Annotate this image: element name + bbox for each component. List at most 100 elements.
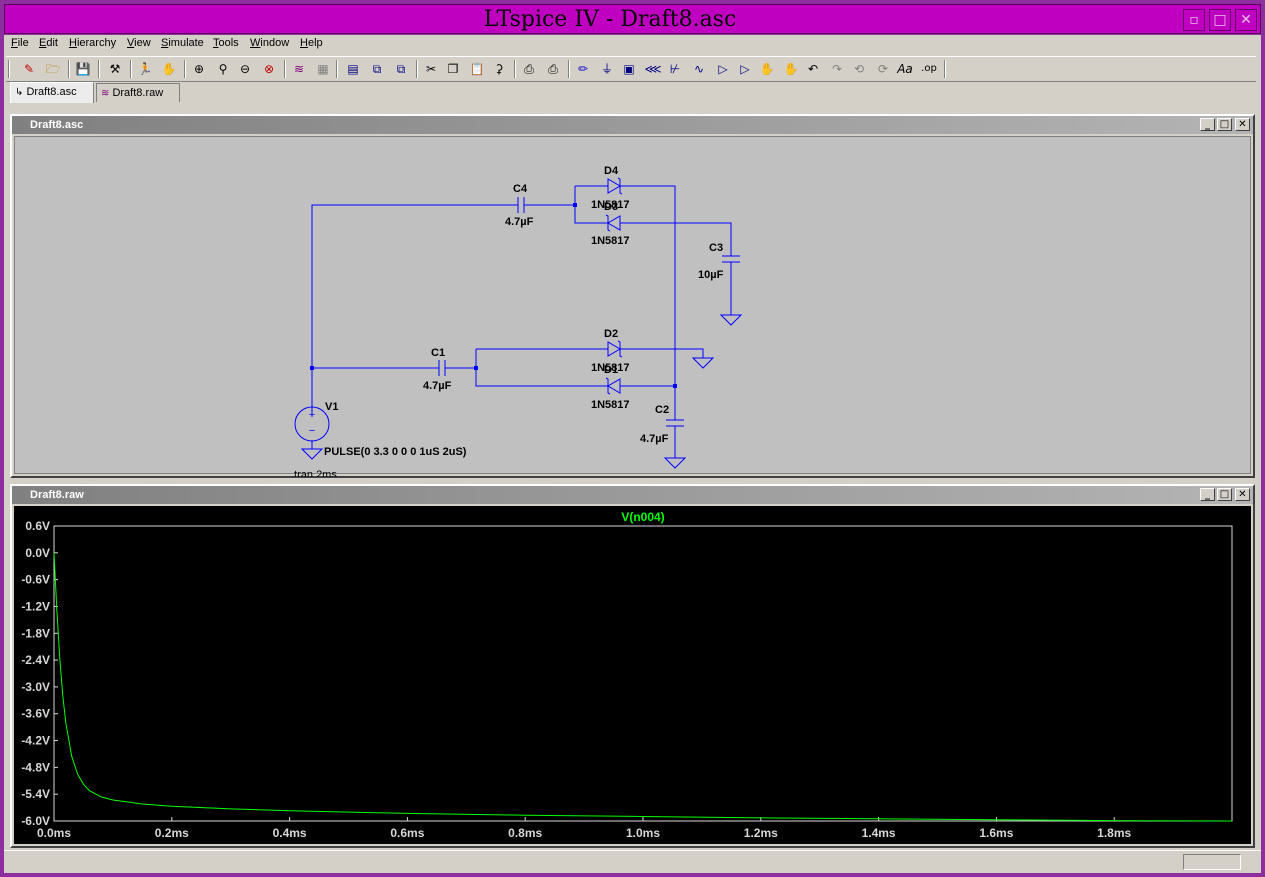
find-icon[interactable]: ⚳: [490, 61, 508, 77]
y-tick-label: -3.0V: [21, 680, 50, 694]
schematic-drawing: + − C4 4.7µF D4 1N5817 D3 1N5817 C3 10µF…: [291, 165, 743, 477]
y-tick-label: -1.8V: [21, 626, 50, 640]
autorange-icon[interactable]: ≋: [290, 61, 308, 77]
plot-frame: [53, 525, 1233, 822]
schematic-close-button[interactable]: ✕: [1235, 118, 1250, 131]
minimize-button[interactable]: ▫: [1183, 9, 1205, 31]
c3-name: C3: [709, 242, 723, 254]
diode-icon[interactable]: ▷: [714, 61, 732, 77]
cut-icon[interactable]: ✂: [422, 61, 440, 77]
x-tick-label: 0.0ms: [37, 826, 71, 840]
close-button[interactable]: ✕: [1235, 9, 1257, 31]
menu-window[interactable]: Window: [250, 37, 289, 49]
zoom-in-icon[interactable]: ⊕: [190, 61, 208, 77]
tile-horizontal-icon[interactable]: ▤: [344, 61, 362, 77]
c4-name: C4: [513, 183, 528, 195]
x-tick-label: 1.4ms: [862, 826, 896, 840]
label-net-icon[interactable]: ▣: [620, 61, 638, 77]
toolbar-separator: [416, 60, 418, 78]
menu-tools[interactable]: Tools: [213, 37, 239, 49]
menu-file[interactable]: File: [11, 37, 29, 49]
v1-value: PULSE(0 3.3 0 0 0 1uS 2uS): [324, 446, 467, 458]
rotate-icon[interactable]: ⟲: [850, 61, 868, 77]
toolbar-separator: [944, 60, 946, 78]
menu-help[interactable]: Help: [300, 37, 323, 49]
spice-directive[interactable]: .tran 2ms: [291, 469, 337, 477]
menu-view[interactable]: View: [127, 37, 151, 49]
c4-value: 4.7µF: [505, 216, 534, 228]
schematic-window-title-text: Draft8.asc: [30, 119, 84, 131]
new-schematic-icon[interactable]: ✎: [20, 61, 38, 77]
print-icon[interactable]: ⎙: [544, 61, 562, 77]
d1-symbol: [607, 378, 621, 394]
x-tick-label: 1.6ms: [979, 826, 1013, 840]
paste-icon[interactable]: 📋: [468, 61, 486, 77]
d3-model: 1N5817: [591, 235, 630, 247]
waveform-close-button[interactable]: ✕: [1235, 488, 1250, 501]
schematic-maximize-button[interactable]: □: [1217, 118, 1232, 131]
c3-value: 10µF: [698, 269, 724, 281]
tab-schematic-label: Draft8.asc: [26, 86, 77, 98]
run-icon[interactable]: 🏃: [136, 61, 154, 77]
copy-icon[interactable]: ❐: [444, 61, 462, 77]
zoom-out-icon[interactable]: ⊖: [236, 61, 254, 77]
open-folder-icon[interactable]: 🗁: [44, 61, 62, 77]
toolbar-separator: [184, 60, 186, 78]
waveform-plot[interactable]: V(n004) 0.6V 0.0V -0.6V -1.2V -1.8V -2.4V -3.0…: [14, 506, 1251, 844]
tab-waveform-label: Draft8.raw: [112, 87, 164, 99]
maximize-button[interactable]: □: [1209, 9, 1231, 31]
tab-schematic[interactable]: ↳ Draft8.asc: [10, 82, 94, 103]
status-bar: [4, 850, 1261, 873]
schematic-minimize-button[interactable]: _: [1200, 118, 1215, 131]
menu-hierarchy[interactable]: Hierarchy: [69, 37, 116, 49]
d2-symbol: [607, 341, 621, 357]
waveform-window[interactable]: Draft8.raw _ □ ✕ V(n004) 0.6V 0.0V -0.6V -1…: [10, 484, 1255, 848]
halt-icon[interactable]: ✋: [160, 61, 178, 77]
toolbar-separator: [8, 60, 10, 78]
y-tick-label: -3.6V: [21, 707, 50, 721]
save-icon[interactable]: 💾: [74, 61, 92, 77]
y-tick-label: -4.2V: [21, 734, 50, 748]
zoom-fit-icon[interactable]: ⊗: [260, 61, 278, 77]
menu-simulate[interactable]: Simulate: [161, 37, 204, 49]
ground-icon[interactable]: ⏚: [598, 61, 616, 77]
trace-title[interactable]: V(n004): [621, 510, 664, 524]
toolbar-separator: [514, 60, 516, 78]
junction-dot: [310, 366, 314, 370]
y-tick-label: -4.8V: [21, 760, 50, 774]
wire-icon[interactable]: ✏: [574, 61, 592, 77]
ground-symbol: [719, 314, 743, 326]
cascade-icon[interactable]: ⧉: [368, 61, 386, 77]
waveform-chart: V(n004) 0.6V 0.0V -0.6V -1.2V -1.8V -2.4V -3.0…: [21, 510, 1233, 840]
control-panel-icon[interactable]: ⚒: [106, 61, 124, 77]
text-icon[interactable]: Aa: [896, 61, 914, 77]
mirror-icon[interactable]: ⟳: [874, 61, 892, 77]
component-icon[interactable]: ▷: [736, 61, 754, 77]
d4-name: D4: [604, 165, 619, 177]
c1-value: 4.7µF: [423, 380, 452, 392]
toolbar-separator: [68, 60, 70, 78]
menu-edit[interactable]: Edit: [39, 37, 58, 49]
tile-vertical-icon[interactable]: ⧉: [392, 61, 410, 77]
schematic-window[interactable]: Draft8.asc _ □ ✕ + − C4 4.7µF D4 1N5817 …: [10, 114, 1255, 478]
waveform-minimize-button[interactable]: _: [1200, 488, 1215, 501]
title-bar[interactable]: LTspice IV - Draft8.asc ▫ □ ✕: [4, 4, 1261, 34]
redo-icon[interactable]: ↷: [828, 61, 846, 77]
print-preview-icon[interactable]: ⎙: [520, 61, 538, 77]
drag-icon[interactable]: ✋: [782, 61, 800, 77]
undo-icon[interactable]: ↶: [804, 61, 822, 77]
tab-waveform[interactable]: ≋ Draft8.raw: [96, 83, 180, 102]
schematic-canvas[interactable]: + − C4 4.7µF D4 1N5817 D3 1N5817 C3 10µF…: [14, 136, 1251, 477]
x-tick-label: 0.8ms: [508, 826, 542, 840]
inductor-icon[interactable]: ∿: [690, 61, 708, 77]
grid-icon[interactable]: ▦: [314, 61, 332, 77]
spice-directive-icon[interactable]: .op: [920, 61, 938, 77]
capacitor-icon[interactable]: ⊬: [666, 61, 684, 77]
pan-icon[interactable]: ⚲: [214, 61, 232, 77]
schematic-window-title[interactable]: Draft8.asc _ □ ✕: [12, 116, 1253, 134]
waveform-maximize-button[interactable]: □: [1217, 488, 1232, 501]
move-icon[interactable]: ✋: [758, 61, 776, 77]
resistor-icon[interactable]: ⋘: [644, 61, 662, 77]
waveform-window-title[interactable]: Draft8.raw _ □ ✕: [12, 486, 1253, 504]
trace-v-n004: [53, 552, 1233, 822]
